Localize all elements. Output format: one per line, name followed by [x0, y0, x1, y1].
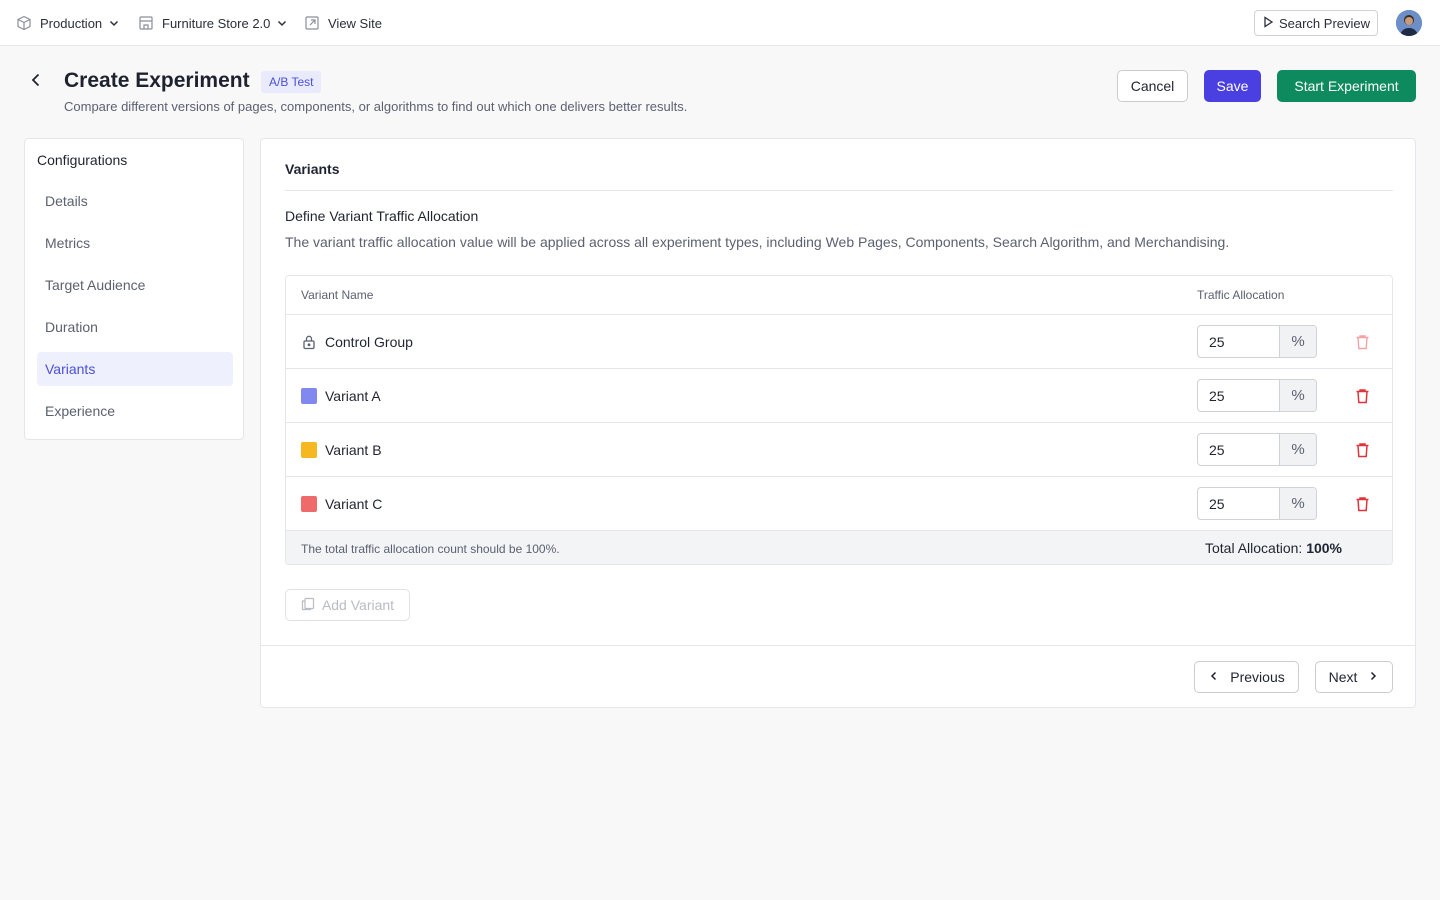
total-allocation-value: 100%: [1306, 540, 1342, 556]
chevron-left-icon: [1208, 669, 1220, 685]
table-row: Control Group 25 %: [286, 315, 1392, 369]
allocation-value[interactable]: 25: [1198, 380, 1279, 411]
total-allocation: Total Allocation: 100%: [1205, 540, 1342, 556]
back-button[interactable]: [26, 72, 46, 92]
save-button[interactable]: Save: [1204, 70, 1261, 102]
page-title: Create Experiment: [64, 69, 250, 92]
sidebar-item-experience[interactable]: Experience: [37, 394, 233, 428]
table-row: Variant B 25 %: [286, 423, 1392, 477]
sidebar-item-variants[interactable]: Variants: [37, 352, 233, 386]
table-footer: The total traffic allocation count shoul…: [286, 531, 1392, 564]
divider: [261, 645, 1415, 646]
add-variant-label: Add Variant: [321, 597, 395, 613]
chevron-down-icon: [276, 17, 288, 29]
delete-variant-button[interactable]: [1355, 442, 1370, 463]
percent-unit: %: [1279, 380, 1316, 411]
store-selector[interactable]: Furniture Store 2.0: [138, 0, 288, 46]
divider: [285, 190, 1393, 191]
experiment-type-badge: A/B Test: [261, 71, 322, 93]
variant-name: Variant C: [325, 496, 383, 512]
variant-name: Control Group: [325, 334, 413, 350]
variant-color-swatch: [301, 496, 317, 512]
table-row: Variant A 25 %: [286, 369, 1392, 423]
chevron-down-icon: [108, 17, 120, 29]
panel-title: Variants: [285, 161, 340, 177]
total-allocation-label: Total Allocation:: [1205, 540, 1303, 556]
previous-button[interactable]: Previous: [1194, 661, 1299, 693]
next-button[interactable]: Next: [1315, 661, 1393, 693]
search-preview-label: Search Preview: [1278, 15, 1371, 31]
environment-label: Production: [40, 15, 103, 31]
trash-icon: [1355, 334, 1370, 355]
table-row: Variant C 25 %: [286, 477, 1392, 531]
allocation-value[interactable]: 25: [1198, 434, 1279, 465]
variant-name: Variant B: [325, 442, 382, 458]
top-bar: Production Furniture Store 2.0 View Site…: [0, 0, 1440, 46]
chevron-left-icon: [28, 72, 44, 93]
play-icon: [1262, 15, 1274, 31]
copy-icon: [301, 597, 315, 614]
delete-variant-button[interactable]: [1355, 496, 1370, 517]
sidebar-item-target-audience[interactable]: Target Audience: [37, 268, 233, 302]
next-label: Next: [1328, 669, 1358, 685]
sidebar-item-details[interactable]: Details: [37, 184, 233, 218]
cancel-button[interactable]: Cancel: [1117, 70, 1188, 102]
sidebar-item-metrics[interactable]: Metrics: [37, 226, 233, 260]
environment-selector[interactable]: Production: [16, 0, 120, 46]
store-label: Furniture Store 2.0: [162, 15, 271, 31]
variant-name: Variant A: [325, 388, 381, 404]
previous-label: Previous: [1230, 669, 1285, 685]
variant-color-swatch: [301, 388, 317, 404]
avatar[interactable]: [1396, 10, 1422, 36]
search-preview-button[interactable]: Search Preview: [1254, 10, 1378, 36]
allocation-input[interactable]: 25 %: [1197, 325, 1317, 358]
sidebar-title: Configurations: [37, 152, 128, 168]
external-link-icon: [304, 15, 320, 31]
allocation-value[interactable]: 25: [1198, 326, 1279, 357]
add-variant-button[interactable]: Add Variant: [285, 589, 410, 621]
page-subtitle: Compare different versions of pages, com…: [64, 99, 688, 114]
allocation-note: The total traffic allocation count shoul…: [301, 542, 560, 556]
column-header-variant-name: Variant Name: [301, 288, 374, 302]
variants-panel: Variants Define Variant Traffic Allocati…: [260, 138, 1416, 708]
start-experiment-button[interactable]: Start Experiment: [1277, 70, 1416, 102]
percent-unit: %: [1279, 434, 1316, 465]
column-header-traffic-allocation: Traffic Allocation: [1197, 288, 1285, 302]
variant-color-swatch: [301, 442, 317, 458]
view-site-label: View Site: [328, 15, 382, 31]
percent-unit: %: [1279, 488, 1316, 519]
variants-table: Variant Name Traffic Allocation Control …: [285, 275, 1393, 565]
allocation-value[interactable]: 25: [1198, 488, 1279, 519]
store-icon: [138, 15, 154, 31]
configurations-sidebar: Configurations Details Metrics Target Au…: [24, 138, 244, 440]
percent-unit: %: [1279, 326, 1316, 357]
section-title: Define Variant Traffic Allocation: [285, 208, 479, 224]
cube-icon: [16, 15, 32, 31]
section-description: The variant traffic allocation value wil…: [285, 234, 1230, 250]
sidebar-item-duration[interactable]: Duration: [37, 310, 233, 344]
delete-variant-button[interactable]: [1355, 388, 1370, 409]
lock-icon: [302, 334, 316, 355]
chevron-right-icon: [1367, 669, 1379, 685]
allocation-input[interactable]: 25 %: [1197, 379, 1317, 412]
view-site-link[interactable]: View Site: [304, 0, 382, 46]
table-header: Variant Name Traffic Allocation: [286, 276, 1392, 315]
allocation-input[interactable]: 25 %: [1197, 433, 1317, 466]
allocation-input[interactable]: 25 %: [1197, 487, 1317, 520]
